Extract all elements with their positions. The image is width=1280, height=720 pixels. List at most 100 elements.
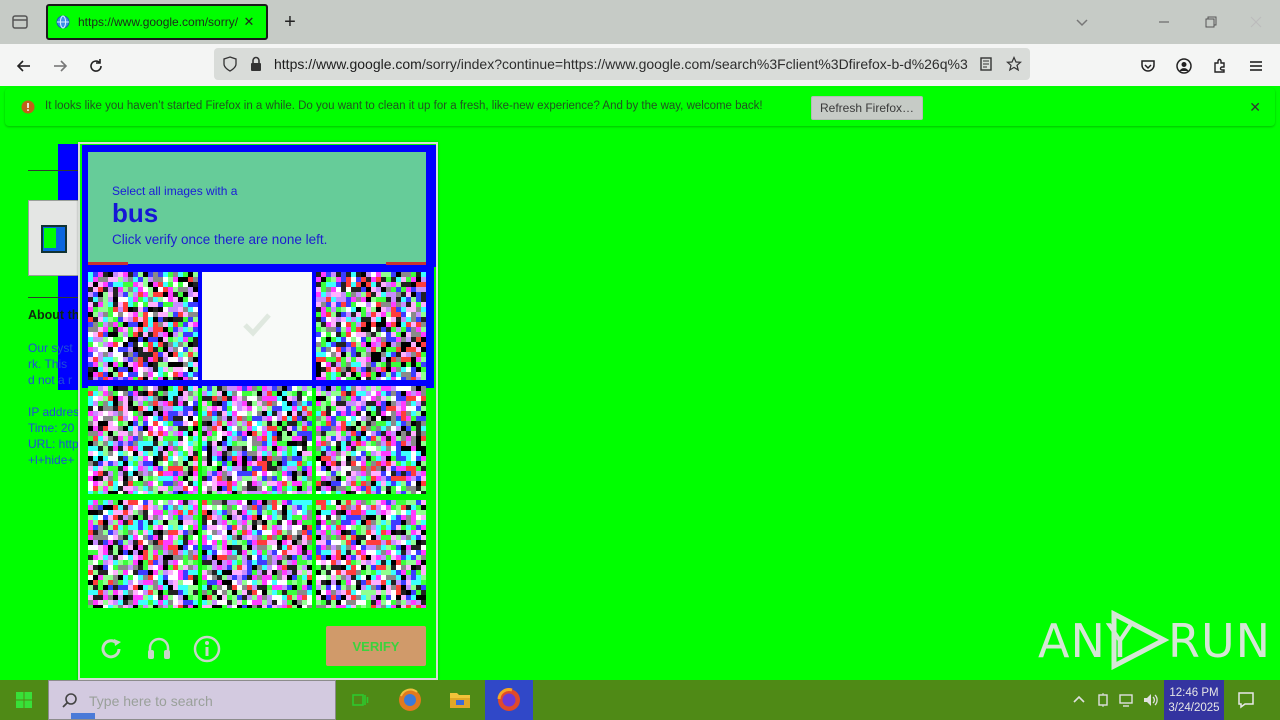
extensions-button[interactable] (1209, 55, 1231, 77)
time-line: Time: 20 (28, 421, 75, 435)
firefox-view-icon (12, 15, 28, 29)
audio-challenge-icon[interactable] (144, 634, 174, 664)
url-path: /sorry/index?continue=https://www.google… (421, 56, 968, 72)
captcha-footer: VERIFY (80, 614, 436, 678)
network-icon[interactable] (1118, 691, 1136, 709)
forward-button[interactable] (49, 55, 71, 77)
taskbar-app-browser[interactable] (386, 680, 434, 720)
search-icon (62, 693, 77, 708)
play-logo-icon (1111, 610, 1170, 670)
captcha-tile[interactable] (88, 386, 198, 494)
notification-close-icon[interactable]: ✕ (1249, 99, 1261, 116)
refresh-firefox-button[interactable]: Refresh Firefox… (811, 96, 923, 120)
recaptcha-challenge: Select all images with a bus Click verif… (78, 142, 438, 680)
arrow-right-icon (54, 60, 68, 72)
header-accent (88, 262, 128, 265)
clock-date: 3/24/2025 (1168, 701, 1220, 714)
captcha-header: Select all images with a bus Click verif… (88, 152, 426, 264)
captcha-tile[interactable] (316, 272, 426, 380)
puzzle-icon (1214, 58, 1225, 73)
notification-center-icon[interactable] (1236, 690, 1256, 710)
recaptcha-checkbox-widget[interactable] (28, 200, 80, 276)
restore-icon (1205, 16, 1217, 28)
captcha-tile[interactable] (88, 272, 198, 380)
volume-icon[interactable] (1142, 691, 1160, 709)
close-window-button[interactable] (1246, 12, 1266, 32)
globe-browser-icon (399, 688, 421, 711)
warning-icon (21, 100, 35, 114)
task-view-icon (352, 694, 369, 706)
watermark-text-run: RUN (1168, 614, 1272, 668)
pocket-icon (1141, 60, 1155, 72)
menu-button[interactable] (1245, 55, 1267, 77)
account-icon (1176, 58, 1192, 74)
anyrun-watermark: ANY RUN (1038, 608, 1270, 672)
firefox-view-button[interactable] (10, 12, 30, 32)
device-icon[interactable] (1094, 691, 1112, 709)
tab-bar: https://www.google.com/sorry/ ✕ + (0, 0, 1280, 44)
task-view-button[interactable] (336, 680, 384, 720)
tab-title: https://www.google.com/sorry/ (78, 15, 238, 29)
pocket-button[interactable] (1137, 55, 1159, 77)
clock-time: 12:46 PM (1169, 686, 1219, 699)
list-all-tabs-button[interactable] (1072, 12, 1092, 32)
ip-address-line: IP addres (28, 405, 80, 419)
reload-icon (90, 59, 102, 72)
taskbar: Type here to search 12:46 PM 3/24/2025 (0, 680, 1280, 720)
page-text-line: d not a r (28, 373, 73, 387)
url-line-cont: +l+hide+ (28, 453, 75, 467)
bookmark-star-icon[interactable] (1006, 56, 1022, 72)
windows-logo-icon (16, 692, 32, 708)
new-tab-button[interactable]: + (280, 12, 300, 32)
chevron-down-icon (1076, 19, 1088, 27)
page-text-line: rk. This (28, 357, 68, 371)
taskbar-app-firefox[interactable] (485, 680, 533, 720)
account-button[interactable] (1173, 55, 1195, 77)
captcha-tile[interactable] (88, 500, 198, 608)
globe-icon (56, 15, 70, 29)
hamburger-menu-icon (1250, 61, 1262, 71)
lock-icon[interactable] (248, 56, 264, 72)
refresh-firefox-notification: It looks like you haven’t started Firefo… (5, 88, 1275, 126)
taskbar-app-file-explorer[interactable] (436, 680, 484, 720)
navigation-toolbar: https://www.google.com/sorry/index?conti… (0, 44, 1280, 86)
close-icon (1250, 16, 1262, 28)
captcha-tile-selected[interactable] (202, 272, 312, 380)
captcha-keyword: bus (112, 198, 159, 228)
captcha-tile[interactable] (202, 386, 312, 494)
url-text[interactable]: https://www.google.com/sorry/index?conti… (274, 56, 968, 74)
recaptcha-checkbox-fill (44, 228, 56, 248)
tab-google-sorry[interactable]: https://www.google.com/sorry/ ✕ (46, 4, 268, 40)
minimize-icon (1159, 21, 1169, 23)
back-button[interactable] (13, 55, 35, 77)
captcha-tile[interactable] (316, 386, 426, 494)
chevron-up-icon[interactable] (1070, 691, 1088, 709)
reload-button[interactable] (85, 55, 107, 77)
start-button[interactable] (0, 680, 48, 720)
search-indicator (71, 713, 95, 719)
about-heading: About th (28, 308, 80, 322)
reader-view-icon[interactable] (978, 56, 994, 72)
tab-close-icon[interactable]: ✕ (242, 15, 256, 29)
info-icon[interactable] (192, 634, 222, 664)
captcha-subinstruction: Click verify once there are none left. (112, 232, 328, 247)
url-line: URL: http (28, 437, 79, 451)
reload-challenge-icon[interactable] (96, 634, 126, 664)
restore-button[interactable] (1200, 12, 1220, 32)
header-accent (386, 262, 426, 265)
checkmark-icon (243, 313, 271, 337)
minimize-button[interactable] (1154, 12, 1174, 32)
captcha-instruction: Select all images with a (112, 184, 238, 198)
tracking-protection-icon[interactable] (222, 56, 238, 72)
taskbar-search[interactable]: Type here to search (48, 680, 336, 720)
folder-icon (450, 693, 470, 708)
captcha-tile[interactable] (316, 500, 426, 608)
firefox-icon (497, 688, 520, 711)
url-bar[interactable]: https://www.google.com/sorry/index?conti… (214, 48, 1030, 80)
captcha-tile[interactable] (202, 500, 312, 608)
url-host: https://www.google.com (274, 56, 422, 72)
verify-button[interactable]: VERIFY (326, 626, 426, 666)
notification-text: It looks like you haven’t started Firefo… (45, 100, 763, 112)
system-clock[interactable]: 12:46 PM 3/24/2025 (1164, 680, 1224, 720)
search-placeholder: Type here to search (89, 693, 213, 709)
